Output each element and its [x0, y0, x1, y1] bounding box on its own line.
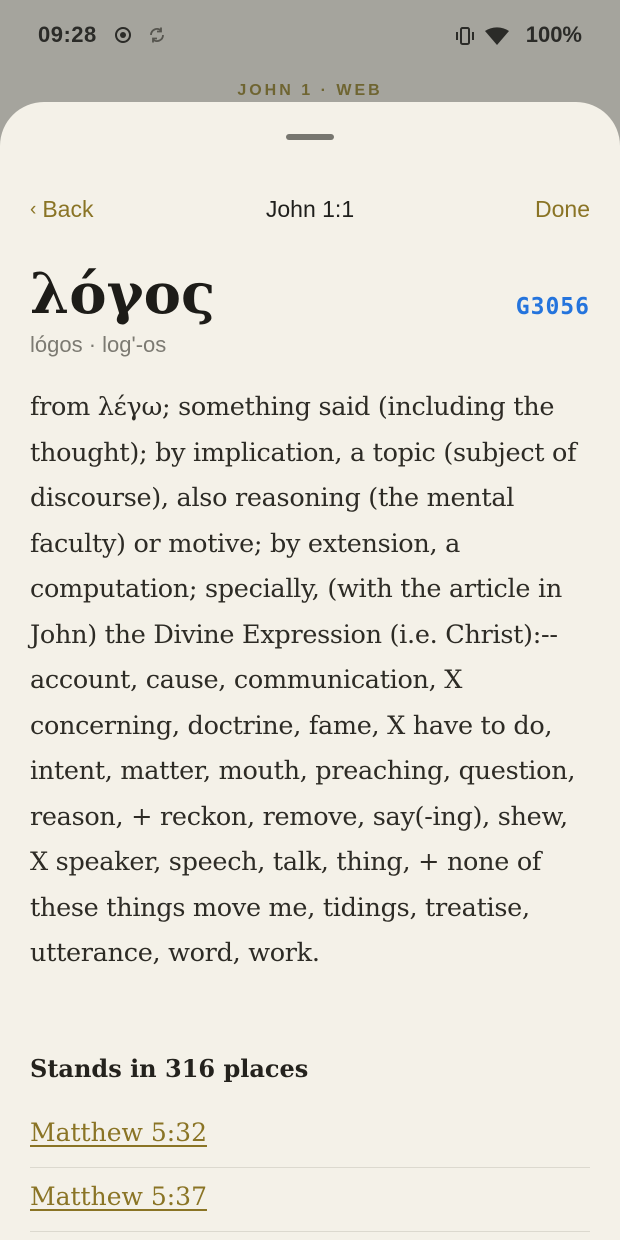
vibrate-icon — [456, 27, 474, 45]
strongs-sheet: ‹ Back John 1:1 Done λόγος G3056 lógos · … — [0, 102, 620, 1240]
occurrences-title: Stands in 316 places — [30, 1054, 309, 1083]
battery-percent: 100% — [525, 22, 582, 47]
reference-link[interactable]: Matthew 5:37 — [30, 1182, 207, 1211]
sheet-grabber[interactable] — [286, 134, 334, 140]
done-button[interactable]: Done — [535, 196, 590, 223]
lemma: λόγος — [30, 261, 216, 327]
wifi-icon — [485, 27, 509, 45]
list-item: Matthew 5:37 — [30, 1168, 590, 1232]
reference-list: Matthew 5:32 Matthew 5:37 — [30, 1104, 590, 1232]
sheet-nav: ‹ Back John 1:1 Done — [30, 196, 590, 226]
background-chapter-header: JOHN 1 · WEB — [237, 82, 383, 99]
definition: from λέγω; something said (including the… — [30, 392, 577, 968]
record-icon — [115, 27, 131, 43]
status-bar: 09:28 100% — [0, 0, 620, 72]
status-time: 09:28 — [38, 22, 97, 47]
sync-icon — [150, 27, 164, 43]
strongs-number[interactable]: G3056 — [516, 294, 590, 320]
screen: 09:28 100% JOHN 1 · WEB ‹ Back John 1:1 D… — [0, 0, 620, 1240]
transliteration: lógos · log'-os — [30, 332, 167, 357]
list-item: Matthew 5:32 — [30, 1104, 590, 1168]
reference-link[interactable]: Matthew 5:32 — [30, 1118, 207, 1147]
word-header: λόγος G3056 lógos · log'-os — [30, 262, 590, 358]
sheet-title: John 1:1 — [265, 196, 355, 222]
